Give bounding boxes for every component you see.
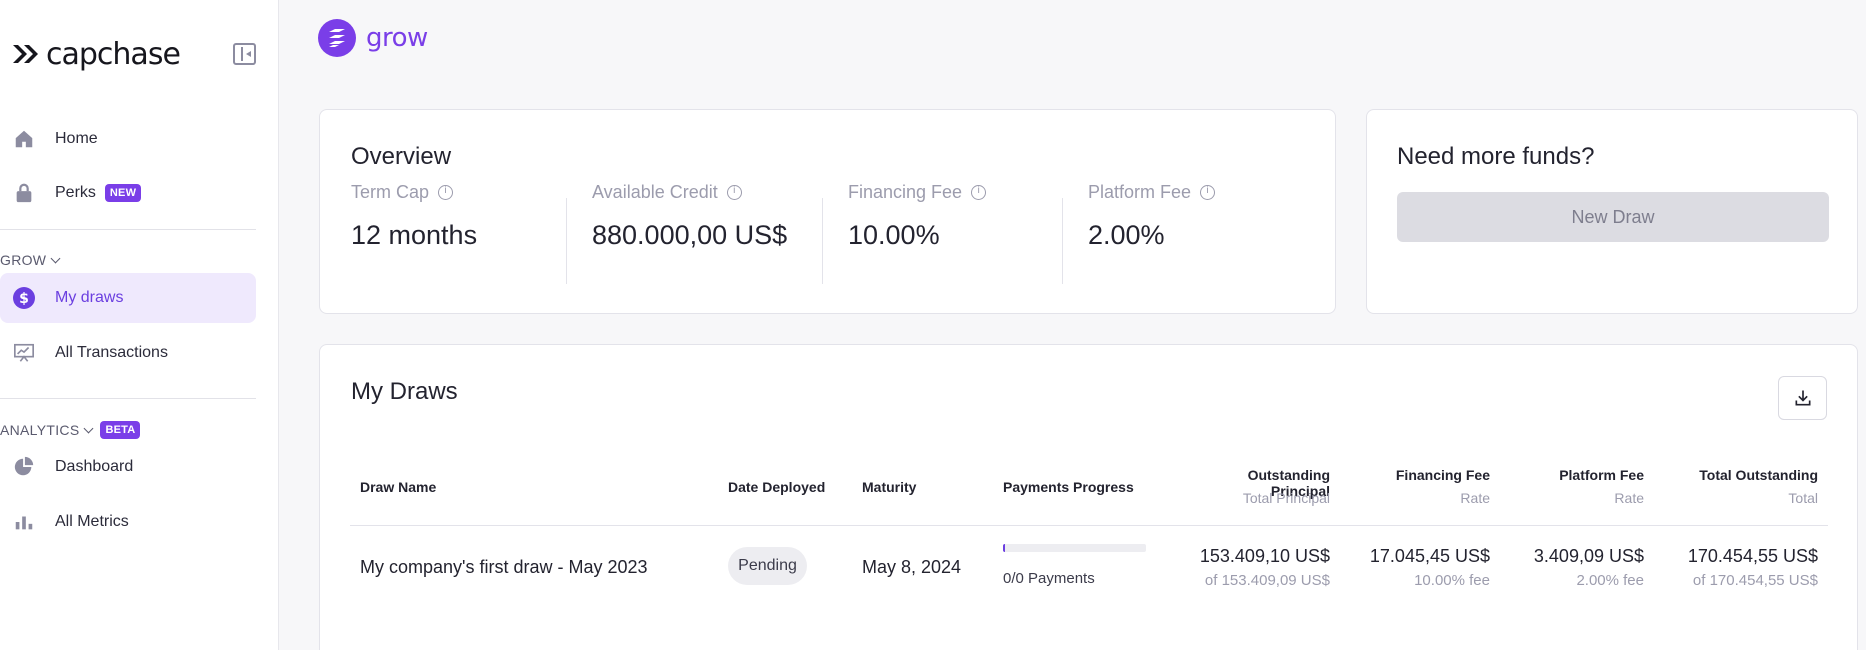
svg-text:$: $ (19, 291, 29, 307)
download-button[interactable] (1778, 376, 1827, 420)
capchase-chevrons-icon (13, 45, 38, 63)
column-subheader-rate: Rate (1614, 490, 1644, 506)
sidebar-item-label: Dashboard (55, 458, 134, 475)
payments-progress-bar (1003, 544, 1146, 552)
column-subheader-total: Total (1788, 490, 1818, 506)
sidebar-item-home[interactable]: Home (0, 114, 256, 164)
new-draw-button[interactable]: New Draw (1397, 192, 1829, 242)
platform-rate-cell: 2.00% fee (1576, 572, 1644, 589)
column-header-financing-fee[interactable]: Financing Fee (1370, 467, 1490, 483)
stat-financing-fee: Financing Fee 10.00% (848, 182, 987, 270)
grow-section-toggle[interactable]: GROW (0, 252, 61, 268)
grow-logo: grow (318, 19, 428, 57)
stat-label: Term Cap (351, 182, 430, 202)
capchase-logo[interactable]: capchase (12, 34, 262, 74)
stat-value: 880.000,00 US$ (592, 220, 788, 250)
brand-name: capchase (46, 36, 181, 72)
total-cell: of 170.454,55 US$ (1692, 572, 1818, 589)
product-name: grow (366, 23, 428, 53)
draw-name-cell[interactable]: My company's first draw - May 2023 (360, 557, 648, 578)
financing-fee-cell: 17.045,45 US$ (1369, 546, 1490, 566)
chevron-down-icon (84, 423, 94, 433)
stat-value: 10.00% (848, 220, 940, 250)
home-icon (12, 127, 36, 151)
column-subheader-total-principal: Total Principal (1242, 490, 1330, 506)
overview-title: Overview (351, 143, 452, 170)
my-draws-title: My Draws (351, 378, 458, 405)
lock-icon (12, 181, 36, 205)
pie-chart-icon (12, 455, 36, 479)
analytics-section-toggle[interactable]: ANALYTICS BETA (0, 421, 141, 439)
column-header-platform-fee[interactable]: Platform Fee (1524, 467, 1644, 483)
total-outstanding-cell: 170.454,55 US$ (1687, 546, 1818, 566)
column-header-maturity[interactable]: Maturity (862, 479, 916, 495)
grow-mark-icon (318, 19, 356, 57)
section-label: ANALYTICS (0, 422, 80, 438)
sidebar: capchase Home Perks NEW GROW $ My draws … (0, 0, 279, 650)
maturity-cell: May 8, 2024 (862, 557, 962, 577)
stat-label: Financing Fee (848, 182, 963, 202)
stat-term-cap: Term Cap 12 months (351, 182, 477, 270)
total-principal-cell: of 153.409,09 US$ (1204, 572, 1330, 589)
my-draws-card: My Draws Draw Name Date Deployed Maturit… (319, 344, 1858, 650)
sidebar-item-all-metrics[interactable]: All Metrics (0, 497, 256, 547)
stat-label: Platform Fee (1088, 182, 1192, 202)
info-icon[interactable] (438, 185, 454, 200)
column-header-draw-name[interactable]: Draw Name (360, 479, 436, 495)
status-badge: Pending (728, 547, 807, 585)
financing-rate-cell: 10.00% fee (1414, 572, 1490, 589)
beta-badge: BETA (100, 421, 141, 439)
payments-progress-fill (1003, 544, 1005, 552)
info-icon[interactable] (726, 185, 742, 200)
stat-divider (566, 198, 567, 284)
collapse-sidebar-icon[interactable] (233, 43, 256, 65)
sidebar-item-label: All Metrics (55, 513, 129, 530)
new-badge: NEW (104, 184, 142, 202)
stat-platform-fee: Platform Fee 2.00% (1088, 182, 1216, 270)
sidebar-divider (0, 229, 256, 230)
sidebar-item-label: Perks (55, 184, 96, 201)
sidebar-item-my-draws[interactable]: $ My draws (0, 273, 256, 323)
chevron-down-icon (50, 253, 61, 263)
sidebar-item-label: All Transactions (55, 344, 168, 361)
column-header-date-deployed[interactable]: Date Deployed (728, 479, 825, 495)
stat-divider (822, 198, 823, 284)
stat-value: 2.00% (1088, 220, 1165, 250)
presentation-chart-icon (12, 341, 36, 365)
stat-divider (1062, 198, 1063, 284)
sidebar-item-perks[interactable]: Perks NEW (0, 168, 256, 218)
sidebar-divider (0, 398, 256, 399)
stat-available-credit: Available Credit 880.000,00 US$ (592, 182, 787, 270)
column-header-total-outstanding[interactable]: Total Outstanding (1670, 467, 1818, 483)
column-subheader-rate: Rate (1460, 490, 1490, 506)
table-header-divider (350, 525, 1828, 526)
bar-chart-icon (12, 510, 36, 534)
stat-label: Available Credit (592, 182, 718, 202)
dollar-circle-icon: $ (12, 286, 36, 310)
outstanding-principal-cell: 153.409,10 US$ (1199, 546, 1330, 566)
payments-count: 0/0 Payments (1003, 570, 1095, 587)
sidebar-item-label: My draws (55, 289, 124, 306)
sidebar-item-dashboard[interactable]: Dashboard (0, 442, 256, 492)
need-funds-title: Need more funds? (1397, 143, 1595, 170)
platform-fee-cell: 3.409,09 US$ (1533, 546, 1644, 566)
sidebar-item-all-transactions[interactable]: All Transactions (0, 328, 256, 378)
section-label: GROW (0, 252, 47, 268)
need-funds-card: Need more funds? New Draw (1366, 109, 1858, 314)
download-icon (1795, 390, 1810, 406)
sidebar-item-label: Home (55, 130, 98, 147)
overview-card: Overview Term Cap 12 months Available Cr… (319, 109, 1336, 314)
info-icon[interactable] (1200, 185, 1216, 200)
info-icon[interactable] (971, 185, 987, 200)
column-header-payments-progress[interactable]: Payments Progress (1003, 479, 1134, 495)
stat-value: 12 months (351, 220, 478, 250)
